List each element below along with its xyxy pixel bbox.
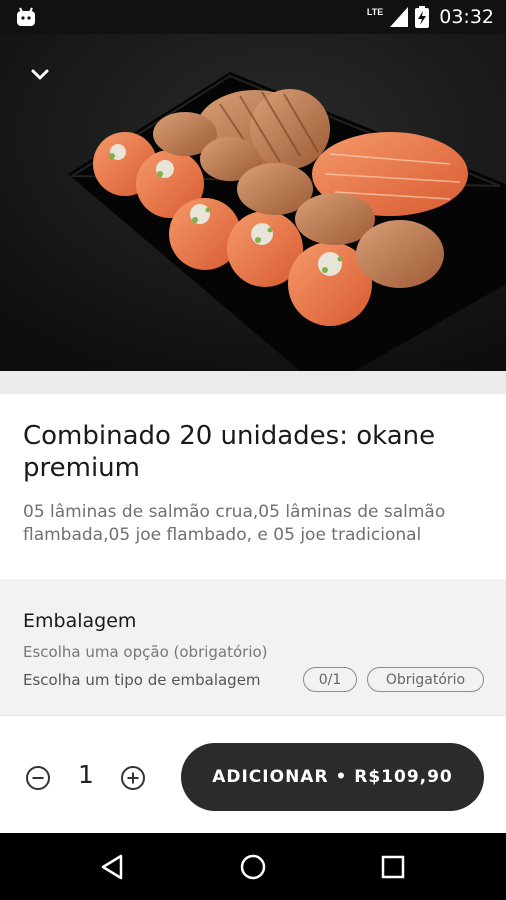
recents-square-icon[interactable] [377,851,409,883]
option-group-instruction: Escolha um tipo de embalagem [23,671,261,689]
option-group-title: Embalagem [23,610,137,632]
battery-charging-icon [415,6,430,28]
chevron-down-icon[interactable] [22,60,58,90]
status-right: LTE 03:32 [367,5,494,29]
product-title: Combinado 20 unidades: okane premium [23,421,436,483]
plus-circle-icon[interactable] [120,765,146,791]
product-image [0,34,506,371]
quantity-value: 1 [78,760,94,789]
selection-count-badge: 0/1 [303,667,357,692]
minus-circle-icon[interactable] [25,765,51,791]
android-notification-icon [17,7,35,26]
status-bar: LTE 03:32 [0,0,506,34]
option-group-subtitle: Escolha uma opção (obrigatório) [23,643,268,661]
option-group-embalagem[interactable]: Embalagem Escolha uma opção (obrigatório… [0,579,506,715]
add-to-cart-button[interactable]: ADICIONAR • R$109,90 [181,743,484,811]
home-circle-icon[interactable] [237,851,269,883]
network-type: LTE [366,7,384,17]
back-triangle-icon[interactable] [97,851,129,883]
navigation-bar [0,833,506,900]
sushi-platter-image [0,34,506,371]
divider-strip [0,371,506,394]
required-badge: Obrigatório [367,667,484,692]
add-to-cart-bar: 1 ADICIONAR • R$109,90 [0,715,506,833]
clock: 03:32 [439,6,494,28]
lte-signal-icon [390,7,409,27]
product-description: 05 lâminas de salmão crua,05 lâminas de … [23,502,446,545]
